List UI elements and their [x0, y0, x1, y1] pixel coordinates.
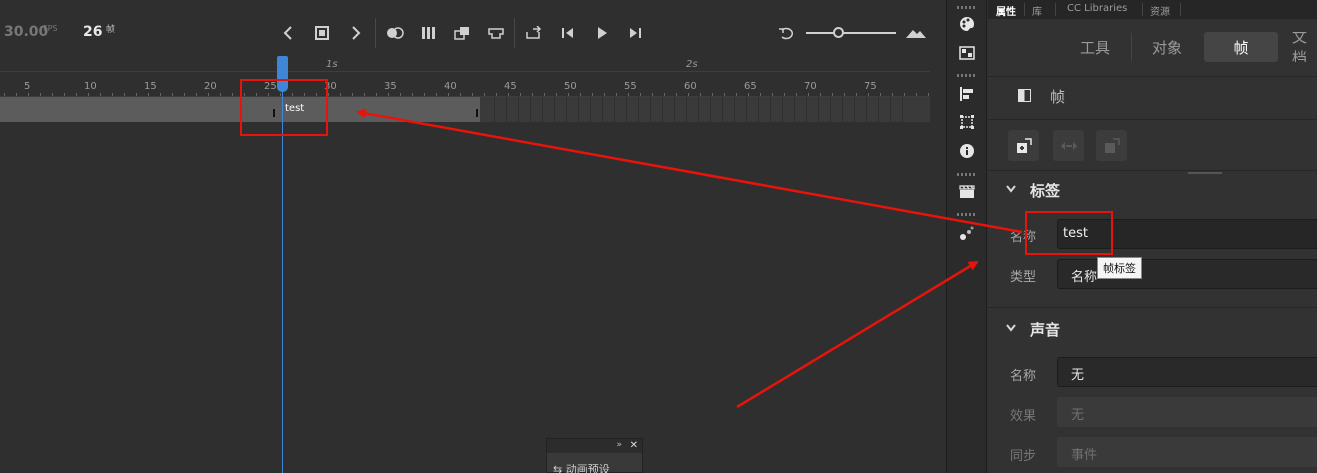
annotation-arrow-to-timeline	[356, 108, 1023, 234]
annotation-arrow-to-field	[736, 260, 979, 409]
app-window: 30.00 FPS 26 帧 1s 2s 5 10 15 20 25 30 35…	[0, 0, 1317, 473]
annotation-arrows	[356, 108, 1023, 409]
